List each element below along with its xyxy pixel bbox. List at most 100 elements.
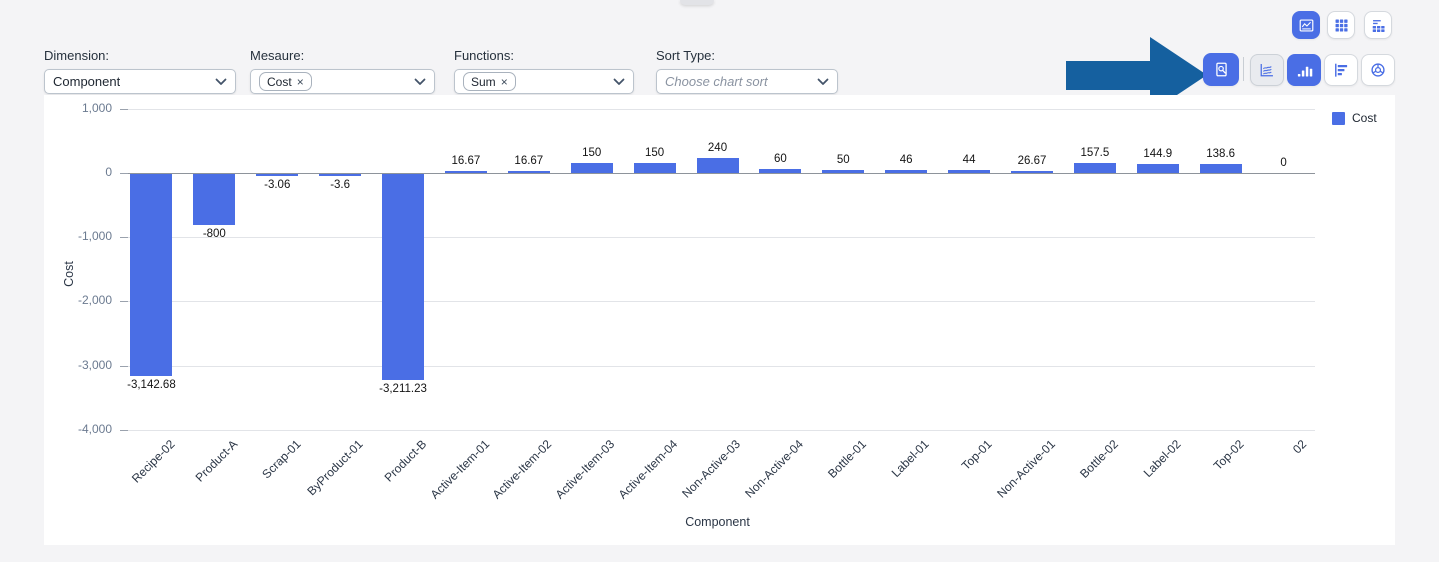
functions-filter: Functions: Sum × (454, 48, 634, 94)
sort-type-label: Sort Type: (656, 48, 838, 63)
bar[interactable] (571, 163, 613, 173)
axis-tick (120, 109, 128, 110)
bar[interactable] (193, 174, 235, 225)
line-chart-button[interactable] (1250, 54, 1284, 86)
gridline (120, 301, 1315, 302)
bar-value-label: -3.6 (298, 179, 382, 191)
x-category-label: Bottle-02 (1077, 437, 1121, 481)
gridline (120, 237, 1315, 238)
x-category-label: Bottle-01 (825, 437, 869, 481)
dimension-filter: Dimension: Component (44, 48, 236, 94)
chart-card: Cost 1,0000-1,000-2,000-3,000-4,000-3,14… (44, 95, 1395, 545)
bar[interactable] (634, 163, 676, 173)
x-category-label: Active-Item-03 (553, 437, 618, 502)
gridline (120, 366, 1315, 367)
x-category-label: Scrap-01 (259, 437, 303, 481)
functions-chip-label: Sum (471, 75, 496, 89)
table-view-button[interactable] (1327, 11, 1355, 39)
bar-chart-button[interactable] (1287, 54, 1321, 86)
sort-type-select[interactable]: Choose chart sort (656, 69, 838, 94)
remove-chip-icon[interactable]: × (501, 76, 508, 88)
x-category-label: Recipe-02 (129, 437, 178, 486)
bar[interactable] (759, 169, 801, 173)
measure-select[interactable]: Cost × (250, 69, 435, 94)
axis-tick (120, 430, 128, 431)
toolbar-divider (1243, 57, 1244, 81)
legend-swatch (1332, 112, 1345, 125)
functions-label: Functions: (454, 48, 634, 63)
bar[interactable] (885, 170, 927, 173)
bar[interactable] (508, 171, 550, 173)
gridline (120, 430, 1315, 431)
bar[interactable] (1137, 164, 1179, 173)
donut-chart-button[interactable] (1361, 54, 1395, 86)
bar[interactable] (1200, 164, 1242, 173)
y-tick-label: -3,000 (44, 358, 112, 372)
y-tick-label: 1,000 (44, 101, 112, 115)
remove-chip-icon[interactable]: × (297, 76, 304, 88)
measure-chip[interactable]: Cost × (259, 72, 312, 91)
measure-filter: Mesaure: Cost × (250, 48, 435, 94)
x-category-label: Label-01 (889, 437, 932, 480)
functions-chip[interactable]: Sum × (463, 72, 516, 91)
legend-label: Cost (1352, 111, 1377, 125)
gridline (120, 173, 1315, 174)
table-grid-icon (1333, 17, 1350, 34)
chart-table-view-button[interactable] (1364, 11, 1392, 39)
functions-select[interactable]: Sum × (454, 69, 634, 94)
x-category-label: Non-Active-01 (994, 437, 1058, 501)
x-category-label: ByProduct-01 (305, 437, 366, 498)
x-category-label: Product-B (381, 437, 429, 485)
chevron-down-icon (817, 78, 829, 86)
bar-chart-icon (1295, 61, 1313, 79)
chevron-down-icon (215, 78, 227, 86)
axis-tick (120, 173, 128, 174)
analytics-chart-screen: Dimension: Component Mesaure: Cost × Fun… (0, 0, 1439, 562)
dimension-select[interactable]: Component (44, 69, 236, 94)
dimension-label: Dimension: (44, 48, 236, 63)
y-tick-label: 0 (44, 165, 112, 179)
measure-label: Mesaure: (250, 48, 435, 63)
bar[interactable] (319, 174, 361, 176)
sort-type-placeholder: Choose chart sort (665, 74, 768, 89)
bar[interactable] (1011, 171, 1053, 173)
gridline (120, 109, 1315, 110)
bar[interactable] (1074, 163, 1116, 173)
x-category-label: Top-02 (1211, 437, 1247, 473)
bar[interactable] (697, 158, 739, 173)
document-search-icon (1213, 61, 1230, 78)
bar[interactable] (256, 174, 298, 176)
bar[interactable] (948, 170, 990, 173)
x-category-label: Non-Active-04 (743, 437, 807, 501)
horizontal-bar-chart-button[interactable] (1324, 54, 1358, 86)
chart-view-button[interactable] (1292, 11, 1320, 39)
dimension-value: Component (53, 74, 120, 89)
axis-tick (120, 301, 128, 302)
x-category-label: Product-A (193, 437, 241, 485)
bar-value-label: 0 (1242, 157, 1326, 169)
bar[interactable] (130, 174, 172, 376)
bar-value-label: -3,211.23 (361, 383, 445, 395)
axis-tick (120, 366, 128, 367)
x-category-label: Active-Item-02 (490, 437, 555, 502)
horizontal-bar-chart-icon (1332, 61, 1350, 79)
x-category-label: Non-Active-03 (680, 437, 744, 501)
x-category-label: Label-02 (1141, 437, 1184, 480)
x-category-label: Active-Item-01 (427, 437, 492, 502)
bar[interactable] (445, 171, 487, 173)
bar[interactable] (382, 174, 424, 380)
x-category-label: Active-Item-04 (616, 437, 681, 502)
chevron-down-icon (613, 78, 625, 86)
bar-value-label: -800 (172, 228, 256, 240)
bar-value-label: -3,142.68 (109, 379, 193, 391)
bar[interactable] (822, 170, 864, 173)
legend-item-cost[interactable]: Cost (1332, 111, 1377, 125)
y-tick-label: -2,000 (44, 293, 112, 307)
line-chart-icon (1258, 61, 1276, 79)
chevron-down-icon (414, 78, 426, 86)
bookmark-search-button[interactable] (1203, 53, 1239, 86)
x-category-label: 02 (1290, 437, 1309, 456)
y-axis-title: Cost (62, 261, 76, 287)
y-tick-label: -1,000 (44, 229, 112, 243)
chart-and-table-icon (1370, 17, 1387, 34)
